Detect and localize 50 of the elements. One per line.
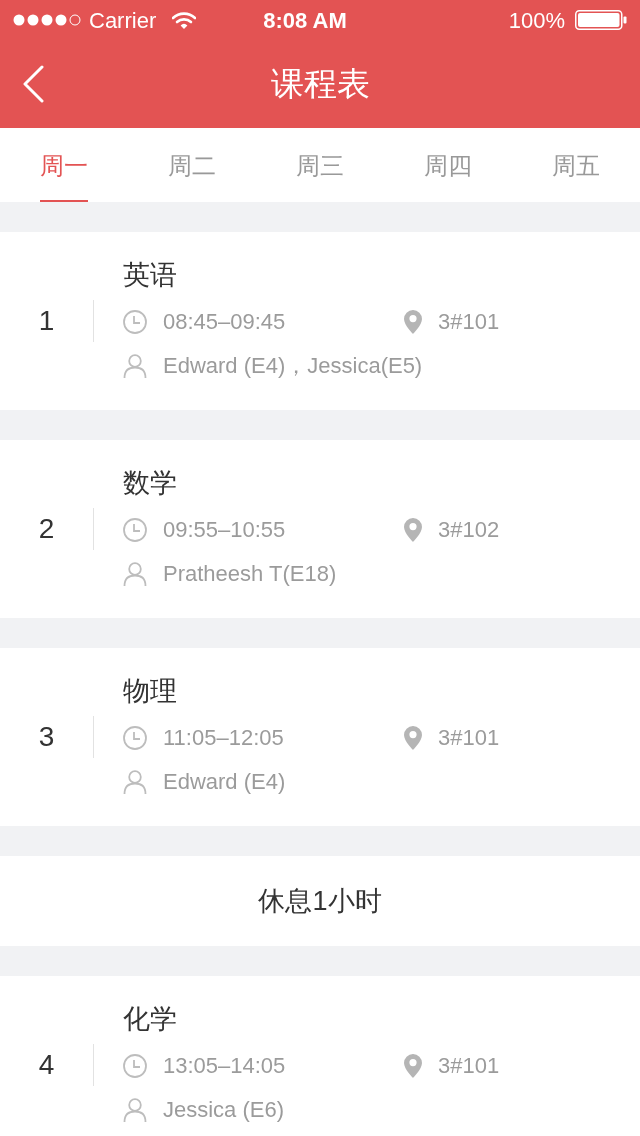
subject-title: 化学 bbox=[123, 1002, 177, 1036]
lesson-number: 2 bbox=[38, 512, 55, 546]
time-range: 13:05–14:05 bbox=[163, 1052, 286, 1080]
signal-strength-icon bbox=[13, 14, 81, 26]
break-label: 休息1小时 bbox=[258, 884, 382, 918]
battery-icon bbox=[575, 10, 627, 30]
subject-title: 数学 bbox=[123, 466, 177, 500]
lesson-number: 1 bbox=[38, 304, 55, 338]
time-range: 09:55–10:55 bbox=[163, 516, 286, 544]
person-icon bbox=[123, 353, 147, 378]
clock-icon bbox=[123, 725, 147, 750]
room-number: 3#102 bbox=[438, 516, 500, 544]
day-tab[interactable]: 周三 bbox=[256, 128, 384, 202]
day-tab[interactable]: 周四 bbox=[384, 128, 512, 202]
person-icon bbox=[123, 1097, 147, 1122]
room-number: 3#101 bbox=[438, 1052, 500, 1080]
battery-percent: 100% bbox=[508, 6, 565, 35]
time-range: 11:05–12:05 bbox=[163, 724, 284, 752]
lesson-card[interactable]: 3 物理 11:05–12:05 3#101 Edward (E4) bbox=[0, 648, 640, 826]
clock-icon bbox=[123, 517, 147, 542]
lesson-card[interactable]: 4 化学 13:05–14:05 3#101 Jessica (E6) bbox=[0, 976, 640, 1136]
back-icon[interactable] bbox=[22, 65, 44, 103]
teacher-names: Edward (E4)，Jessica(E5) bbox=[163, 352, 423, 380]
location-pin-icon bbox=[404, 309, 422, 334]
status-time: 8:08 AM bbox=[263, 6, 347, 35]
page-title: 课程表 bbox=[270, 64, 370, 105]
person-icon bbox=[123, 769, 147, 794]
day-tab[interactable]: 周二 bbox=[128, 128, 256, 202]
carrier-name: Carrier bbox=[89, 6, 157, 35]
teacher-names: Jessica (E6) bbox=[163, 1096, 285, 1124]
location-pin-icon bbox=[404, 725, 422, 750]
clock-icon bbox=[123, 309, 147, 334]
room-number: 3#101 bbox=[438, 308, 500, 336]
day-tab[interactable]: 周一 bbox=[0, 128, 128, 202]
lesson-card[interactable]: 1 英语 08:45–09:45 3#101 Edward (E4)，Jessica(E5) bbox=[0, 232, 640, 410]
subject-title: 英语 bbox=[123, 258, 177, 292]
wifi-icon bbox=[172, 11, 197, 29]
location-pin-icon bbox=[404, 517, 422, 542]
day-tab[interactable]: 周五 bbox=[512, 128, 640, 202]
lesson-card[interactable]: 2 数学 09:55–10:55 3#102 Pratheesh T(E18) bbox=[0, 440, 640, 618]
teacher-names: Pratheesh T(E18) bbox=[163, 560, 337, 588]
person-icon bbox=[123, 561, 147, 586]
teacher-names: Edward (E4) bbox=[163, 768, 286, 796]
location-pin-icon bbox=[404, 1053, 422, 1078]
subject-title: 物理 bbox=[123, 674, 177, 708]
lesson-number: 3 bbox=[38, 720, 55, 754]
time-range: 08:45–09:45 bbox=[163, 308, 286, 336]
clock-icon bbox=[123, 1053, 147, 1078]
lesson-number: 4 bbox=[38, 1048, 55, 1082]
room-number: 3#101 bbox=[438, 724, 500, 752]
